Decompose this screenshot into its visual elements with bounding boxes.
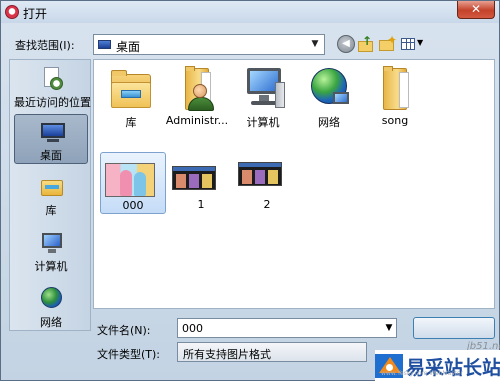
file-label: 1: [197, 198, 205, 211]
title-bar[interactable]: 打开 ✕: [1, 1, 499, 23]
file-label: song: [381, 114, 409, 127]
file-item[interactable]: 库: [98, 62, 164, 152]
look-in-label: 查找范围(I):: [15, 39, 75, 52]
look-in-dropdown[interactable]: 桌面 ▼: [93, 34, 325, 55]
place-label: 最近访问的位置: [14, 96, 91, 109]
folder-icon: [373, 66, 417, 110]
filetype-value: 所有支持图片格式: [183, 348, 271, 361]
image-thumbnail: [238, 162, 282, 186]
new-folder-icon[interactable]: ✦: [378, 33, 397, 53]
look-in-value: 桌面: [116, 40, 141, 54]
recent-places-icon: [40, 66, 64, 90]
filetype-dropdown[interactable]: 所有支持图片格式: [177, 342, 367, 362]
filename-label: 文件名(N):: [97, 324, 151, 337]
file-item[interactable]: 计算机: [230, 62, 296, 152]
file-label: 计算机: [246, 116, 280, 129]
watermark-subtext: www.Yesky.com WebMaster: [381, 370, 463, 377]
library-folder-icon: [109, 66, 153, 110]
place-computer[interactable]: 计算机: [14, 226, 88, 276]
place-network[interactable]: 网络: [14, 282, 88, 332]
network-icon: [40, 286, 64, 310]
place-label: 计算机: [34, 260, 68, 273]
place-label: 库: [45, 204, 57, 217]
image-thumbnail: [172, 166, 216, 190]
views-menu-icon[interactable]: ▼: [400, 35, 426, 53]
app-icon: [5, 5, 19, 19]
file-label: Administr...: [165, 114, 229, 127]
back-icon[interactable]: ◀: [337, 35, 355, 53]
places-bar: 最近访问的位置 桌面 库 计算机 网络: [9, 59, 91, 331]
file-list: 库 Administr... 计算机 网络 song 000 1 2: [93, 59, 495, 309]
place-desktop[interactable]: 桌面: [14, 114, 88, 164]
image-thumbnail: [105, 163, 155, 197]
filetype-label: 文件类型(T):: [97, 348, 161, 361]
file-label: 库: [125, 116, 137, 129]
desktop-icon: [41, 119, 65, 143]
close-button[interactable]: ✕: [457, 1, 495, 19]
filename-input[interactable]: [177, 318, 397, 338]
chevron-down-icon[interactable]: ▼: [308, 36, 322, 53]
file-label: 2: [263, 198, 271, 211]
watermark: jb51.net 易采站长站 www.Yesky.com WebMaster: [365, 315, 500, 381]
file-item[interactable]: Administr...: [164, 62, 230, 152]
file-item[interactable]: 2: [234, 152, 300, 214]
open-file-dialog: 打开 ✕ 查找范围(I): 桌面 ▼ ◀ ↑ ✦ ▼ 最近访问的位置 桌面 库 …: [0, 0, 500, 381]
user-folder-icon: [175, 66, 219, 111]
file-item[interactable]: song: [362, 62, 428, 152]
computer-icon: [40, 230, 64, 254]
file-item[interactable]: 1: [168, 152, 234, 214]
place-label: 网络: [40, 316, 62, 329]
file-label: 网络: [318, 116, 340, 129]
place-libraries[interactable]: 库: [14, 170, 88, 220]
place-recent[interactable]: 最近访问的位置: [14, 62, 91, 112]
file-item[interactable]: 网络: [296, 62, 362, 152]
window-title: 打开: [23, 7, 48, 21]
libraries-icon: [40, 174, 64, 198]
computer-icon: [241, 66, 285, 110]
file-item-selected[interactable]: 000: [100, 152, 166, 214]
file-label: 000: [122, 199, 144, 212]
network-icon: [307, 66, 351, 110]
up-folder-icon[interactable]: ↑: [357, 34, 375, 53]
desktop-icon: [98, 40, 111, 49]
place-label: 桌面: [40, 149, 62, 162]
